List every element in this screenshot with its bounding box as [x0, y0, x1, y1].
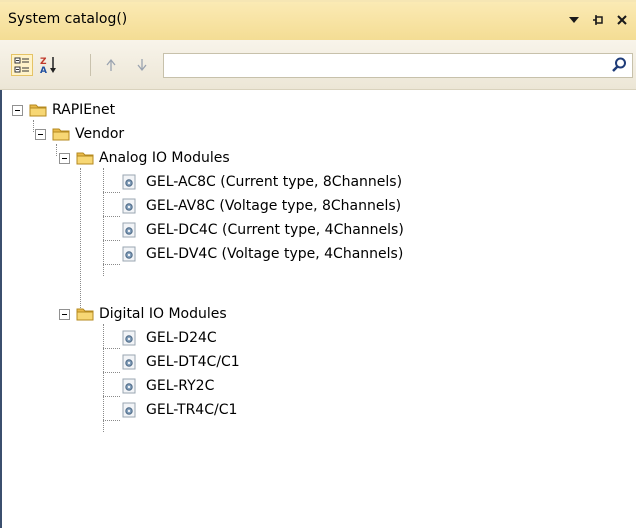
toolbar-separator: [90, 54, 91, 76]
catalog-toolbar: Z A: [0, 40, 636, 90]
module-icon: [122, 246, 136, 262]
dropdown-arrow-icon[interactable]: [564, 10, 584, 30]
panel-title: System catalog(): [8, 11, 128, 27]
folder-icon: [52, 128, 70, 141]
module-icon: [122, 378, 136, 394]
collapse-toggle[interactable]: [59, 308, 70, 320]
move-up-button[interactable]: [100, 54, 122, 76]
module-icon: [122, 222, 136, 238]
collapse-toggle[interactable]: [35, 128, 46, 140]
tree-node-label: Vendor: [75, 126, 125, 142]
tree-item-label: GEL-DV4C (Voltage type, 4Channels): [146, 246, 404, 262]
arrow-up-icon: [106, 58, 116, 71]
tree-node-label: RAPIEnet: [52, 102, 116, 118]
tree-node-digital-io-modules[interactable]: Digital IO Modules: [59, 302, 227, 326]
folder-icon: [76, 152, 94, 165]
module-icon: [122, 402, 136, 418]
tree-item-module[interactable]: GEL-D24C: [121, 326, 217, 350]
tree-item-module[interactable]: GEL-DV4C (Voltage type, 4Channels): [121, 242, 403, 266]
collapse-toggle[interactable]: [59, 152, 70, 164]
categorized-view-button[interactable]: [11, 54, 33, 76]
module-icon: [122, 330, 136, 346]
tree-item-label: GEL-TR4C/C1: [146, 402, 238, 418]
tree-node-rapienet[interactable]: RAPIEnet: [12, 98, 115, 122]
tree-item-label: GEL-DC4C (Current type, 4Channels): [146, 222, 404, 238]
tree-node-vendor[interactable]: Vendor: [35, 122, 124, 146]
panel-title-bar: System catalog(): [0, 0, 636, 40]
tree-item-label: GEL-AV8C (Voltage type, 8Channels): [146, 198, 402, 214]
tree-item-label: GEL-AC8C (Current type, 8Channels): [146, 174, 403, 190]
tree-node-label: Analog IO Modules: [99, 150, 230, 166]
search-icon[interactable]: [610, 56, 628, 74]
collapse-toggle[interactable]: [12, 104, 23, 116]
tree-item-module[interactable]: GEL-AC8C (Current type, 8Channels): [121, 170, 402, 194]
tree-item-module[interactable]: GEL-DC4C (Current type, 4Channels): [121, 218, 404, 242]
catalog-tree: RAPIEnet Vendor Analog IO Modules GEL-AC…: [0, 90, 636, 528]
sort-alphabetical-button[interactable]: Z A: [38, 54, 60, 76]
folder-icon: [76, 308, 94, 321]
tree-item-module[interactable]: GEL-AV8C (Voltage type, 8Channels): [121, 194, 401, 218]
tree-item-module[interactable]: GEL-RY2C: [121, 374, 214, 398]
search-input[interactable]: [164, 54, 612, 77]
pin-icon[interactable]: [588, 10, 608, 30]
tree-item-label: GEL-RY2C: [146, 378, 215, 394]
folder-icon: [29, 104, 47, 117]
tree-item-module[interactable]: GEL-TR4C/C1: [121, 398, 237, 422]
module-icon: [122, 174, 136, 190]
module-icon: [122, 354, 136, 370]
sort-az-icon: Z A: [40, 57, 56, 75]
arrow-down-icon: [137, 59, 147, 72]
close-icon[interactable]: [612, 10, 632, 30]
move-down-button[interactable]: [131, 54, 153, 76]
tree-node-analog-io-modules[interactable]: Analog IO Modules: [59, 146, 230, 170]
categorized-icon: [14, 57, 29, 73]
svg-text:A: A: [40, 66, 47, 75]
tree-item-label: GEL-D24C: [146, 330, 217, 346]
tree-node-label: Digital IO Modules: [99, 306, 227, 322]
module-icon: [122, 198, 136, 214]
tree-item-module[interactable]: GEL-DT4C/C1: [121, 350, 240, 374]
search-box: [163, 53, 633, 78]
tree-item-label: GEL-DT4C/C1: [146, 354, 240, 370]
